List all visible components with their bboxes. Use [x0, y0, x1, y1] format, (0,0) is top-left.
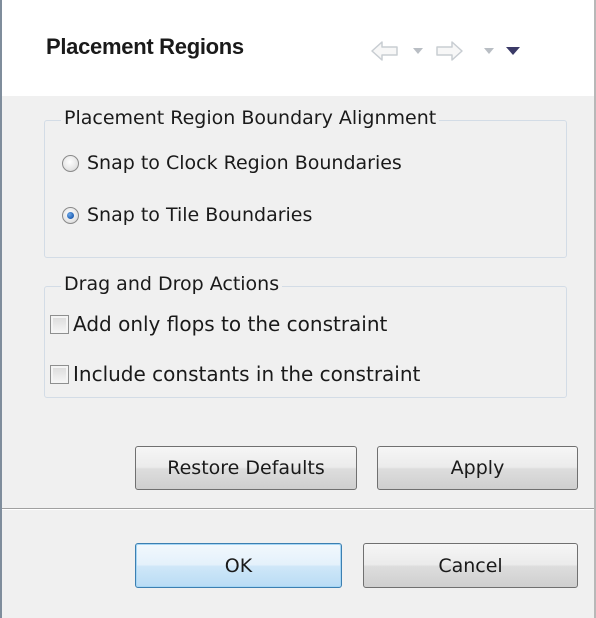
- boundary-alignment-label: Placement Region Boundary Alignment: [61, 106, 440, 130]
- checkbox-unchecked[interactable]: [50, 314, 69, 334]
- snap-tile-radio[interactable]: Snap to Tile Boundaries: [62, 204, 312, 226]
- include-constants-label: Include constants in the constraint: [73, 362, 421, 386]
- add-only-flops-checkbox[interactable]: Add only flops to the constraint: [50, 312, 387, 336]
- view-menu-icon: [506, 47, 520, 55]
- ok-button[interactable]: OK: [135, 543, 342, 588]
- radio-unchecked[interactable]: [62, 154, 79, 172]
- snap-clock-region-radio[interactable]: Snap to Clock Region Boundaries: [62, 152, 402, 174]
- page-title: Placement Regions: [46, 34, 244, 59]
- back-history-dropdown[interactable]: [410, 38, 426, 64]
- add-only-flops-label: Add only flops to the constraint: [73, 312, 388, 336]
- checkbox-unchecked[interactable]: [50, 364, 69, 384]
- snap-tile-label: Snap to Tile Boundaries: [87, 204, 313, 226]
- divider-highlight: [2, 509, 594, 510]
- drag-drop-label: Drag and Drop Actions: [61, 272, 283, 296]
- apply-button[interactable]: Apply: [377, 446, 578, 490]
- radio-checked[interactable]: [62, 206, 79, 224]
- page-header: Placement Regions: [2, 0, 594, 96]
- forward-history-dropdown[interactable]: [481, 38, 497, 64]
- forward-button[interactable]: [433, 38, 465, 64]
- restore-defaults-button[interactable]: Restore Defaults: [135, 446, 357, 490]
- cancel-button[interactable]: Cancel: [363, 543, 578, 588]
- back-button[interactable]: [369, 38, 401, 64]
- view-menu-button[interactable]: [502, 38, 524, 64]
- boundary-alignment-group: [44, 120, 567, 258]
- forward-arrow-icon: [436, 41, 463, 61]
- back-arrow-icon: [371, 41, 398, 61]
- chevron-down-icon: [413, 48, 423, 54]
- snap-clock-region-label: Snap to Clock Region Boundaries: [87, 152, 402, 174]
- include-constants-checkbox[interactable]: Include constants in the constraint: [50, 362, 420, 386]
- chevron-down-icon: [484, 48, 494, 54]
